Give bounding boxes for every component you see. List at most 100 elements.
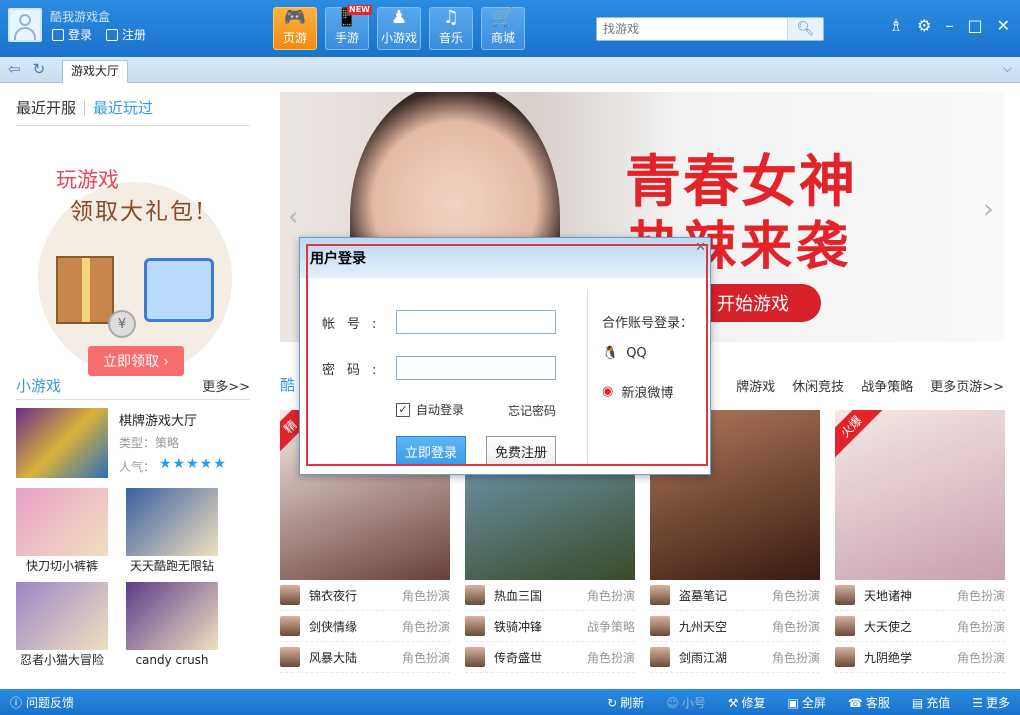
account-input[interactable] (396, 310, 556, 334)
wrench-icon: ⚒ (727, 695, 739, 710)
gift-promo: 玩游戏 领取大礼包! ¥ 立即领取 › (16, 134, 250, 376)
refresh-icon[interactable]: ↻ (33, 60, 46, 78)
avatar[interactable] (8, 8, 42, 42)
qq-icon: 🐧 (602, 346, 619, 361)
footer-service[interactable]: ☎ 客服 (848, 694, 890, 711)
password-input[interactable] (396, 356, 556, 380)
game-row[interactable]: 风暴大陆 角色扮演 (280, 642, 450, 673)
user-icon (52, 28, 64, 41)
game-row[interactable]: 锦衣夜行 角色扮演 (280, 580, 450, 611)
category-item[interactable]: 牌游戏 (736, 376, 775, 395)
nav-0-button[interactable]: 🎮 页游 (273, 7, 317, 50)
game-row[interactable]: 热血三国 角色扮演 (465, 580, 635, 611)
small-game-thumbnail[interactable] (126, 582, 218, 650)
small-games-title: 小游戏 (16, 377, 62, 395)
search-input[interactable] (597, 18, 787, 40)
category-item[interactable]: 更多页游>> (930, 376, 1004, 395)
game-avatar[interactable] (280, 647, 300, 667)
login-button[interactable]: 立即登录 (396, 436, 466, 466)
nav-3-button[interactable]: ♫ 音乐 (429, 7, 473, 50)
footer-small-account[interactable]: ☺ 小号 (666, 694, 706, 711)
game-row[interactable]: 铁骑冲锋 战争策略 (465, 611, 635, 642)
banner-next-icon[interactable]: › (983, 192, 994, 225)
partner-login-label: 合作账号登录： (602, 316, 694, 331)
new-badge: NEW (347, 5, 372, 15)
free-register-button[interactable]: 免费注册 (486, 436, 556, 466)
category-item[interactable]: 战争策略 (861, 376, 913, 395)
tab-bar: ⇦ ↻ 游戏大厅 ⌵ (0, 57, 1020, 83)
small-game-thumbnail[interactable] (16, 582, 108, 650)
game-row[interactable]: 九阴绝学 角色扮演 (835, 642, 1005, 673)
game-row[interactable]: 剑侠情缘 角色扮演 (280, 611, 450, 642)
nav-2-button[interactable]: ♟ 小游戏 (377, 7, 421, 50)
small-game-tile[interactable]: 快刀切小裤裤 (16, 488, 108, 576)
users-icon: ☺ (666, 695, 679, 710)
footer-fullscreen[interactable]: ▣ 全屏 (788, 694, 826, 711)
game-row[interactable]: 大天使之 角色扮演 (835, 611, 1005, 642)
form-icon (106, 28, 119, 41)
small-game-thumbnail[interactable] (126, 488, 218, 556)
search-icon[interactable]: 🔍︎ (787, 18, 823, 40)
search-box: 🔍︎ (596, 17, 824, 41)
small-game-tile[interactable]: candy crush (126, 582, 218, 670)
chevron-down-icon[interactable]: ⌵ (1003, 61, 1012, 76)
footer-repair[interactable]: ⚒ 修复 (728, 694, 766, 711)
tab-recent-open[interactable]: 最近开服 (16, 97, 84, 118)
small-game-tile[interactable]: 天天酷跑无限钻 (126, 488, 218, 576)
game-poster[interactable]: 火爆 (835, 410, 1005, 580)
game-row[interactable]: 盗墓笔记 角色扮演 (650, 580, 820, 611)
promo-line1: 玩游戏 (56, 168, 119, 192)
small-games-more[interactable]: 更多>> (202, 376, 250, 395)
game-row[interactable]: 剑雨江湖 角色扮演 (650, 642, 820, 673)
game-avatar[interactable] (280, 616, 300, 636)
back-icon[interactable]: ⇦ (8, 60, 21, 78)
game-avatar[interactable] (835, 616, 855, 636)
tab-game-hall[interactable]: 游戏大厅 (62, 60, 129, 83)
game-avatar[interactable] (650, 616, 670, 636)
small-game-thumbnail[interactable] (16, 488, 108, 556)
register-link[interactable]: 注册 (106, 26, 146, 43)
promo-line2: 领取大礼包! (70, 199, 207, 225)
game-avatar[interactable] (650, 585, 670, 605)
weibo-login-link[interactable]: ◉ 新浪微博 (602, 382, 673, 401)
nav-icon: ♫ (442, 7, 460, 28)
featured-thumbnail[interactable] (16, 408, 108, 478)
game-avatar[interactable] (835, 647, 855, 667)
game-row[interactable]: 天地诸神 角色扮演 (835, 580, 1005, 611)
refresh-icon: ↻ (607, 695, 618, 710)
game-avatar[interactable] (465, 585, 485, 605)
headset-icon: ☎ (847, 695, 863, 710)
category-item[interactable]: 休闲竞技 (792, 376, 844, 395)
nav-icon: 🎮 (283, 7, 307, 28)
qq-login-link[interactable]: 🐧 QQ (602, 346, 647, 361)
game-avatar[interactable] (835, 585, 855, 605)
feedback-link[interactable]: ⓘ 问题反馈 (10, 694, 74, 711)
close-icon[interactable]: ✕ (997, 16, 1010, 35)
game-avatar[interactable] (465, 647, 485, 667)
nav-4-button[interactable]: 🛒 商城 (481, 7, 525, 50)
footer-refresh[interactable]: ↻ 刷新 (607, 694, 644, 711)
footer-recharge[interactable]: ▤ 充值 (912, 694, 950, 711)
login-link[interactable]: 登录 (52, 26, 92, 43)
banner-prev-icon[interactable]: ‹ (288, 202, 298, 232)
coin-icon: ¥ (108, 310, 136, 338)
game-avatar[interactable] (280, 585, 300, 605)
tab-recent-played[interactable]: 最近玩过 (93, 97, 161, 118)
small-game-tile[interactable]: 忍者小猫大冒险 (16, 582, 108, 670)
auto-login-checkbox[interactable]: ✓ 自动登录 (396, 401, 464, 418)
gear-icon[interactable]: ⚙ (917, 16, 931, 35)
category-title: 酷 (280, 376, 296, 394)
close-icon[interactable]: ✕ (695, 240, 706, 255)
game-avatar[interactable] (650, 647, 670, 667)
featured-game[interactable]: 棋牌游戏大厅 类型：策略 人气： ★★★★★ (16, 408, 250, 480)
monitor-icon: ▣ (787, 695, 799, 710)
footer-more[interactable]: ☰ 更多 (972, 694, 1010, 711)
nav-1-button[interactable]: 📱 手游 NEW (325, 5, 372, 50)
maximize-icon[interactable]: □ (967, 16, 982, 35)
game-row[interactable]: 传奇盛世 角色扮演 (465, 642, 635, 673)
game-avatar[interactable] (465, 616, 485, 636)
game-row[interactable]: 九州天空 角色扮演 (650, 611, 820, 642)
minimize-icon[interactable]: – (945, 16, 953, 35)
skin-icon[interactable]: ♗ (889, 16, 903, 35)
forgot-password-link[interactable]: 忘记密码 (508, 402, 556, 419)
